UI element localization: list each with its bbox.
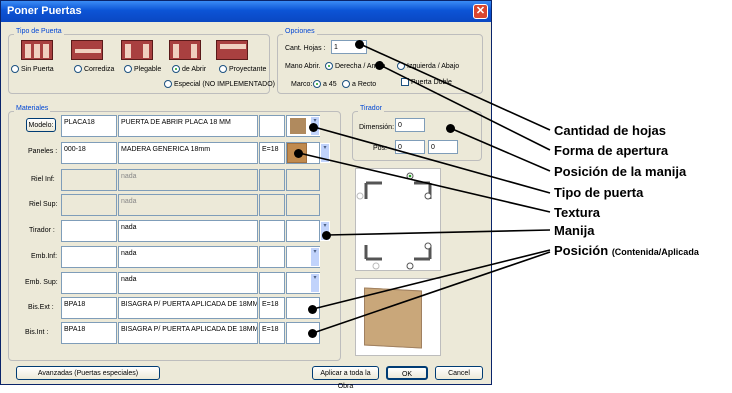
annotation-tipo-puerta: Tipo de puerta <box>554 185 644 200</box>
annotation-posicion-manija: Posición de la manija <box>554 164 687 179</box>
marker-manija <box>322 231 331 240</box>
annotation-cantidad-hojas: Cantidad de hojas <box>554 123 666 138</box>
marker-tipo-puerta <box>309 123 318 132</box>
marker-bis-int <box>308 329 317 338</box>
annotation-textura: Textura <box>554 205 600 220</box>
marker-textura <box>294 149 303 158</box>
marker-bis-ext <box>308 305 317 314</box>
marker-forma-apertura <box>375 61 384 70</box>
annotation-forma-apertura: Forma de apertura <box>554 143 669 158</box>
marker-posicion-manija <box>446 124 455 133</box>
annotation-manija: Manija <box>554 223 595 238</box>
marker-cantidad-hojas <box>355 40 364 49</box>
annotation-posicion: Posición (Contenida/Aplicada <box>554 243 699 258</box>
annotation-posicion-suffix: (Contenida/Aplicada <box>611 247 699 257</box>
annotation-posicion-text: Posición <box>554 243 609 258</box>
